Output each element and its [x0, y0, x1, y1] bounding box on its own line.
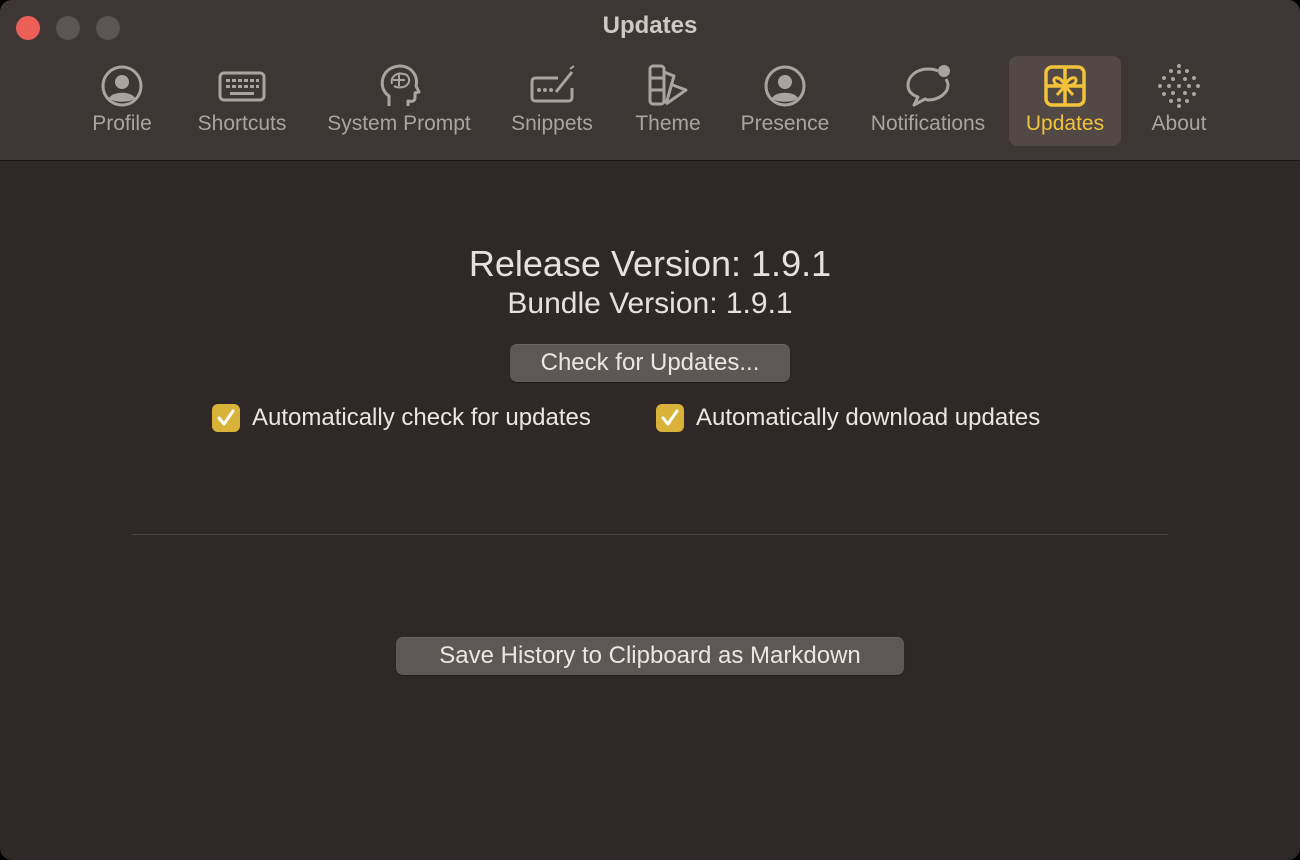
tab-label: Theme — [635, 112, 701, 135]
tab-system-prompt[interactable]: System Prompt — [312, 56, 486, 146]
checkmark-icon — [217, 409, 235, 426]
title-bar: Updates Profile Shortcuts System Prompt … — [0, 0, 1300, 161]
auto-download-checkbox[interactable] — [656, 404, 684, 432]
keyboard-icon — [218, 71, 266, 102]
checkmark-icon — [661, 409, 679, 426]
tab-snippets[interactable]: Snippets — [498, 56, 606, 146]
updates-pane: Release Version: 1.9.1 Bundle Version: 1… — [0, 161, 1300, 860]
save-history-button[interactable]: Save History to Clipboard as Markdown — [396, 637, 904, 675]
tab-label: Snippets — [511, 112, 593, 135]
auto-check-option[interactable]: Automatically check for updates — [212, 403, 642, 433]
preferences-window: Updates Profile Shortcuts System Prompt … — [0, 0, 1300, 860]
section-divider — [132, 534, 1168, 535]
tab-label: Updates — [1025, 112, 1105, 135]
swatch-palette-icon — [648, 64, 688, 106]
tab-label: Profile — [92, 112, 152, 135]
person-circle-icon — [101, 65, 143, 107]
tab-profile[interactable]: Profile — [72, 56, 172, 146]
tab-label: System Prompt — [327, 112, 471, 135]
gift-box-icon — [1044, 65, 1086, 107]
window-title: Updates — [602, 12, 698, 39]
tab-label: Notifications — [870, 112, 986, 135]
release-version: Release Version: 1.9.1 — [468, 243, 832, 284]
auto-check-checkbox[interactable] — [212, 404, 240, 432]
tab-presence[interactable]: Presence — [728, 56, 842, 146]
bundle-version: Bundle Version: 1.9.1 — [507, 287, 793, 320]
dotted-sphere-icon — [1158, 64, 1200, 108]
check-for-updates-button[interactable]: Check for Updates... — [510, 344, 790, 382]
auto-download-label: Automatically download updates — [696, 404, 1041, 431]
tab-label: Presence — [740, 112, 830, 135]
tab-label: Shortcuts — [197, 112, 287, 135]
auto-check-label: Automatically check for updates — [252, 404, 591, 431]
tab-notifications[interactable]: Notifications — [856, 56, 1000, 146]
person-circle-icon — [764, 65, 806, 107]
auto-download-option[interactable]: Automatically download updates — [656, 403, 1090, 433]
speech-bubble-badge-icon — [906, 65, 950, 107]
tab-shortcuts[interactable]: Shortcuts — [184, 56, 300, 146]
tab-label: About — [1151, 112, 1207, 135]
tab-theme[interactable]: Theme — [622, 56, 714, 146]
tab-about[interactable]: About — [1136, 56, 1222, 146]
text-cursor-box-icon — [530, 65, 575, 103]
tab-updates[interactable]: Updates — [1009, 56, 1121, 146]
brain-head-icon — [380, 64, 421, 106]
